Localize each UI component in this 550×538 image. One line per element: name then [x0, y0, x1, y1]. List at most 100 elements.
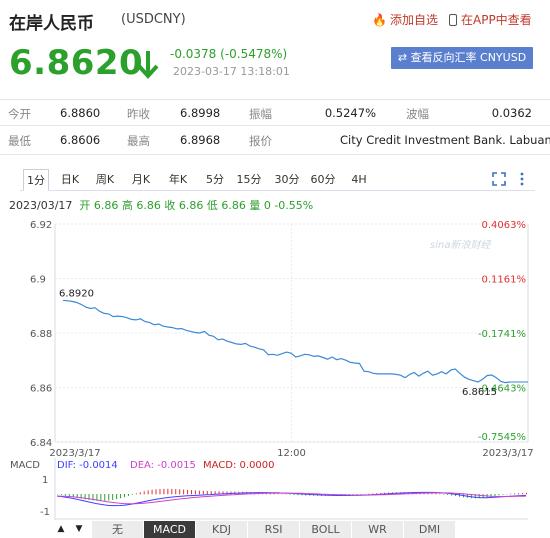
fire-icon: 🔥 [372, 13, 387, 27]
macd-bar [116, 494, 118, 500]
macd-dif: DIF: -0.0014 [57, 460, 118, 471]
quoter-value: City Credit Investment Bank. Labuan [340, 133, 550, 147]
tab-30min[interactable]: 30分 [272, 169, 302, 191]
macd-bar [522, 492, 524, 495]
macd-bar [171, 488, 173, 495]
open-annotation: 6.8920 [59, 288, 94, 299]
chart-grid [54, 223, 529, 443]
price-change: -0.0378 (-0.5478%) [170, 47, 288, 61]
pct-tick-label: 0.1161% [482, 275, 527, 286]
indicator-rsi[interactable]: RSI [248, 521, 300, 538]
indicator-none[interactable]: 无 [92, 521, 144, 538]
indicator-wr[interactable]: WR [352, 521, 404, 538]
quote-time: 2023-03-17 13:18:01 [173, 65, 290, 78]
open-value: 6.8860 [60, 106, 101, 120]
macd-bar [163, 488, 165, 495]
macd-bar [293, 494, 295, 495]
y-tick-label: 6.9 [30, 275, 46, 286]
tab-week[interactable]: 周K [90, 169, 120, 191]
pct-tick-label: -0.7545% [478, 432, 526, 443]
scroll-down-button[interactable]: ▼ [72, 521, 86, 538]
pct-tick-label: -0.1741% [478, 329, 526, 340]
phone-icon [449, 14, 457, 26]
macd-bar [191, 490, 192, 495]
scroll-up-button[interactable]: ▲ [54, 521, 68, 538]
volatility-value: 0.0362 [491, 106, 532, 120]
macd-panel: MACD DIF: -0.0014 DEA: -0.0015 MACD: 0.0… [10, 458, 528, 520]
add-favorite-label: 添加自选 [389, 13, 438, 27]
macd-bar [194, 490, 196, 495]
indicator-kdj[interactable]: KDJ [196, 521, 248, 538]
tab-60min[interactable]: 60分 [308, 169, 338, 191]
macd-bar [60, 494, 62, 495]
down-arrow-icon [137, 51, 159, 79]
macd-bar [108, 494, 110, 501]
open-label: 今开 [8, 107, 31, 121]
indicator-dmi[interactable]: DMI [404, 521, 456, 538]
open-in-app-label: 在APP中查看 [461, 13, 532, 27]
macd-bar [143, 491, 145, 495]
macd-bar [502, 494, 504, 495]
macd-bar [510, 493, 512, 495]
volatility-label: 波幅 [406, 107, 429, 121]
macd-bar [447, 494, 449, 495]
macd-y-bottom: -1 [40, 507, 50, 518]
macd-bar [198, 490, 200, 495]
current-price: 6.8620 [9, 43, 144, 83]
macd-bar [151, 489, 153, 495]
tab-15min[interactable]: 15分 [234, 169, 264, 191]
indicator-boll[interactable]: BOLL [300, 521, 352, 538]
macd-bar [277, 493, 279, 495]
intraday-chart[interactable]: sina新浪财经 6.926.96.886.866.84 0.4063%0.11… [0, 212, 550, 462]
macd-bar [439, 493, 441, 495]
last-annotation: 6.8615 [462, 387, 497, 398]
prev-close-value: 6.8998 [180, 106, 221, 120]
macd-bar [120, 494, 122, 499]
high-label: 最高 [127, 134, 150, 148]
tab-year[interactable]: 年K [163, 169, 193, 191]
reverse-rate-label: 查看反向汇率 CNYUSD [410, 51, 527, 64]
macd-bar [206, 490, 208, 495]
macd-bar [127, 494, 129, 496]
fullscreen-icon[interactable] [492, 172, 506, 186]
macd-bar [155, 489, 157, 495]
prev-close-label: 昨收 [127, 107, 150, 121]
tab-5min[interactable]: 5分 [200, 169, 230, 191]
macd-bar [183, 489, 185, 495]
macd-bar [187, 489, 189, 495]
macd-bar [498, 494, 500, 496]
macd-bar [131, 494, 133, 495]
period-tabs: 1分 日K 周K 月K 年K 5分 15分 30分 60分 4H [20, 169, 535, 191]
macd-bar [100, 494, 102, 501]
y-tick-label: 6.92 [30, 220, 52, 231]
macd-dea: DEA: -0.0015 [130, 460, 196, 471]
macd-y-top: 1 [42, 475, 48, 486]
reverse-rate-button[interactable]: ⇄ 查看反向汇率 CNYUSD [391, 47, 533, 69]
tab-month[interactable]: 月K [126, 169, 156, 191]
macd-label: MACD [10, 460, 40, 471]
divider [0, 125, 550, 126]
tab-1min[interactable]: 1分 [23, 169, 49, 191]
macd-bar [135, 493, 137, 495]
macd-bar [68, 494, 70, 497]
low-value: 6.8606 [60, 133, 101, 147]
high-value: 6.8968 [180, 133, 221, 147]
macd-bar [210, 491, 212, 495]
more-icon[interactable] [518, 172, 526, 186]
macd-bar [112, 494, 114, 500]
macd-bar [526, 492, 527, 495]
macd-bar [494, 494, 496, 496]
indicator-macd[interactable]: MACD [144, 521, 196, 538]
quote-table: 今开 6.8860 昨收 6.8998 振幅 0.5247% 波幅 0.0362… [0, 99, 550, 159]
summary-date: 2023/03/17 [9, 199, 73, 212]
macd-bar [147, 490, 149, 495]
add-favorite-link[interactable]: 🔥 添加自选 [372, 11, 438, 28]
open-in-app-link[interactable]: 在APP中查看 [449, 11, 532, 28]
tab-4h[interactable]: 4H [344, 169, 374, 191]
watermark: sina新浪财经 [430, 239, 491, 251]
macd-bar [104, 494, 106, 501]
summary-values: 开 6.86 高 6.86 收 6.86 低 6.86 量 0 -0.55% [79, 199, 314, 212]
macd-bar [167, 488, 169, 495]
tab-day[interactable]: 日K [55, 169, 85, 191]
y-tick-label: 6.86 [30, 384, 52, 395]
